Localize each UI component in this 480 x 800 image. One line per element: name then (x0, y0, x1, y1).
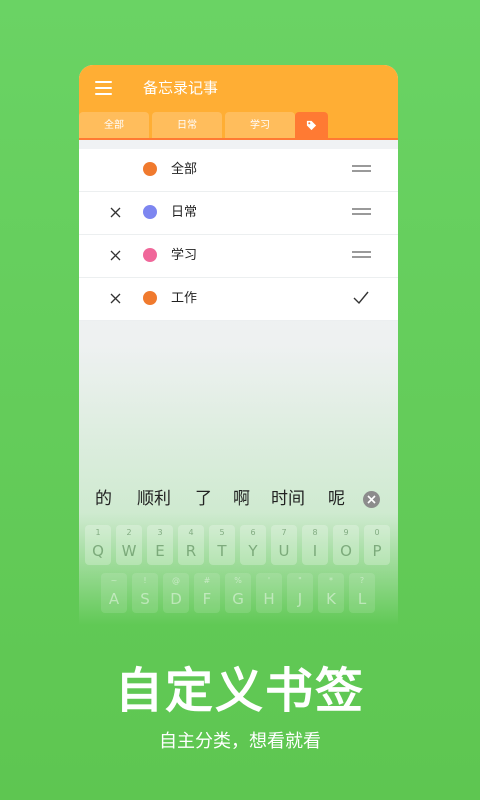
key-secondary-label: # (203, 576, 211, 585)
category-color-dot (143, 248, 157, 262)
key-secondary-label: ' (267, 576, 271, 585)
category-row: 日常 (79, 192, 398, 235)
category-list: 全部 日常 学习 工作 (79, 149, 398, 321)
tab-bar: 全部 日常 学习 (79, 112, 398, 138)
app-screen: 备忘录记事 全部 日常 学习 全部 日常 学习 工作 的 顺利 了 啊 时间 呢… (79, 65, 398, 625)
suggestion-item[interactable]: 的 (95, 487, 112, 511)
suggestion-item[interactable]: 时间 (271, 487, 305, 511)
key-secondary-label: ? (359, 576, 365, 585)
key-label: G (232, 590, 244, 608)
keyboard-key[interactable]: 4R (178, 525, 204, 565)
key-secondary-label: ~ (110, 576, 118, 585)
drag-handle-icon[interactable] (352, 165, 371, 173)
key-secondary-label: 1 (95, 528, 101, 537)
ime-suggestion-bar: 的 顺利 了 啊 时间 呢 (79, 483, 398, 517)
category-color-dot (143, 162, 157, 176)
category-label: 日常 (171, 205, 198, 220)
keyboard-key[interactable]: 5T (209, 525, 235, 565)
soft-keyboard: 1Q2W3E4R5T6Y7U8I9O0P ~ A! S @ D # F% G ' H " J * K? L (79, 521, 398, 625)
key-label: A (108, 590, 120, 608)
delete-icon[interactable] (110, 207, 121, 218)
key-secondary-label: 3 (157, 528, 163, 537)
key-label: R (185, 542, 197, 560)
delete-icon[interactable] (110, 293, 121, 304)
keyboard-key[interactable]: ? L (349, 573, 375, 613)
key-secondary-label: * (329, 576, 333, 585)
key-label: T (217, 542, 227, 560)
menu-icon[interactable] (95, 81, 112, 95)
key-secondary-label: 2 (126, 528, 132, 537)
key-label: D (170, 590, 182, 608)
key-label: Q (92, 542, 104, 560)
tag-icon (306, 120, 317, 131)
keyboard-key[interactable]: % G (225, 573, 251, 613)
key-secondary-label: 4 (188, 528, 194, 537)
app-header: 备忘录记事 全部 日常 学习 (79, 65, 398, 140)
keyboard-key[interactable]: 8I (302, 525, 328, 565)
keyboard-key[interactable]: 7U (271, 525, 297, 565)
key-secondary-label: " (298, 576, 302, 585)
category-label: 全部 (171, 162, 198, 177)
keyboard-key[interactable]: ~ A (101, 573, 127, 613)
tab-study[interactable]: 学习 (225, 112, 295, 138)
category-row: 学习 (79, 235, 398, 278)
delete-icon[interactable] (110, 250, 121, 261)
key-label: S (140, 590, 150, 608)
category-label: 学习 (171, 248, 198, 263)
keyboard-key[interactable]: 0P (364, 525, 390, 565)
tab-all[interactable]: 全部 (79, 112, 149, 138)
promo-subline: 自主分类，想看就看 (159, 731, 321, 752)
suggestion-item[interactable]: 顺利 (137, 487, 171, 511)
keyboard-key[interactable]: 3E (147, 525, 173, 565)
page-title: 备忘录记事 (143, 79, 219, 97)
keyboard-key[interactable]: * K (318, 573, 344, 613)
tab-underline (79, 138, 398, 140)
key-label: W (121, 542, 137, 560)
suggestion-item[interactable]: 呢 (328, 487, 345, 511)
suggestion-item[interactable]: 啊 (233, 487, 250, 511)
key-label: E (155, 542, 165, 560)
promo-headline: 自定义书签 (114, 663, 365, 719)
keyboard-key[interactable]: 2W (116, 525, 142, 565)
drag-handle-icon[interactable] (352, 251, 371, 259)
key-label: U (278, 542, 290, 560)
key-label: F (202, 590, 212, 608)
key-secondary-label: @ (172, 576, 180, 585)
key-label: J (297, 590, 303, 608)
key-label: O (340, 542, 352, 560)
key-secondary-label: 7 (281, 528, 287, 537)
key-secondary-label: ! (143, 576, 147, 585)
suggestion-item[interactable]: 了 (195, 487, 212, 511)
key-secondary-label: 6 (250, 528, 256, 537)
category-row: 工作 (79, 278, 398, 321)
check-icon[interactable] (353, 291, 369, 305)
key-secondary-label: 8 (312, 528, 318, 537)
category-color-dot (143, 205, 157, 219)
tab-daily[interactable]: 日常 (152, 112, 222, 138)
drag-handle-icon[interactable] (352, 208, 371, 216)
keyboard-key[interactable]: " J (287, 573, 313, 613)
keyboard-key[interactable]: ! S (132, 573, 158, 613)
key-label: K (326, 590, 336, 608)
keyboard-key[interactable]: 1Q (85, 525, 111, 565)
key-label: I (312, 542, 318, 560)
key-secondary-label: % (234, 576, 242, 585)
keyboard-key[interactable]: @ D (163, 573, 189, 613)
keyboard-key[interactable]: 6Y (240, 525, 266, 565)
key-label: L (357, 590, 367, 608)
keyboard-key[interactable]: 9O (333, 525, 359, 565)
key-secondary-label: 9 (343, 528, 349, 537)
key-label: Y (248, 542, 258, 560)
category-row: 全部 (79, 149, 398, 192)
keyboard-key[interactable]: # F (194, 573, 220, 613)
key-secondary-label: 5 (219, 528, 225, 537)
tab-bookmark-manage[interactable] (295, 112, 328, 138)
key-label: H (263, 590, 275, 608)
close-suggestions-icon[interactable] (363, 491, 380, 508)
keyboard-key[interactable]: ' H (256, 573, 282, 613)
key-label: P (372, 542, 382, 560)
category-color-dot (143, 291, 157, 305)
category-label: 工作 (171, 291, 198, 306)
key-secondary-label: 0 (374, 528, 380, 537)
